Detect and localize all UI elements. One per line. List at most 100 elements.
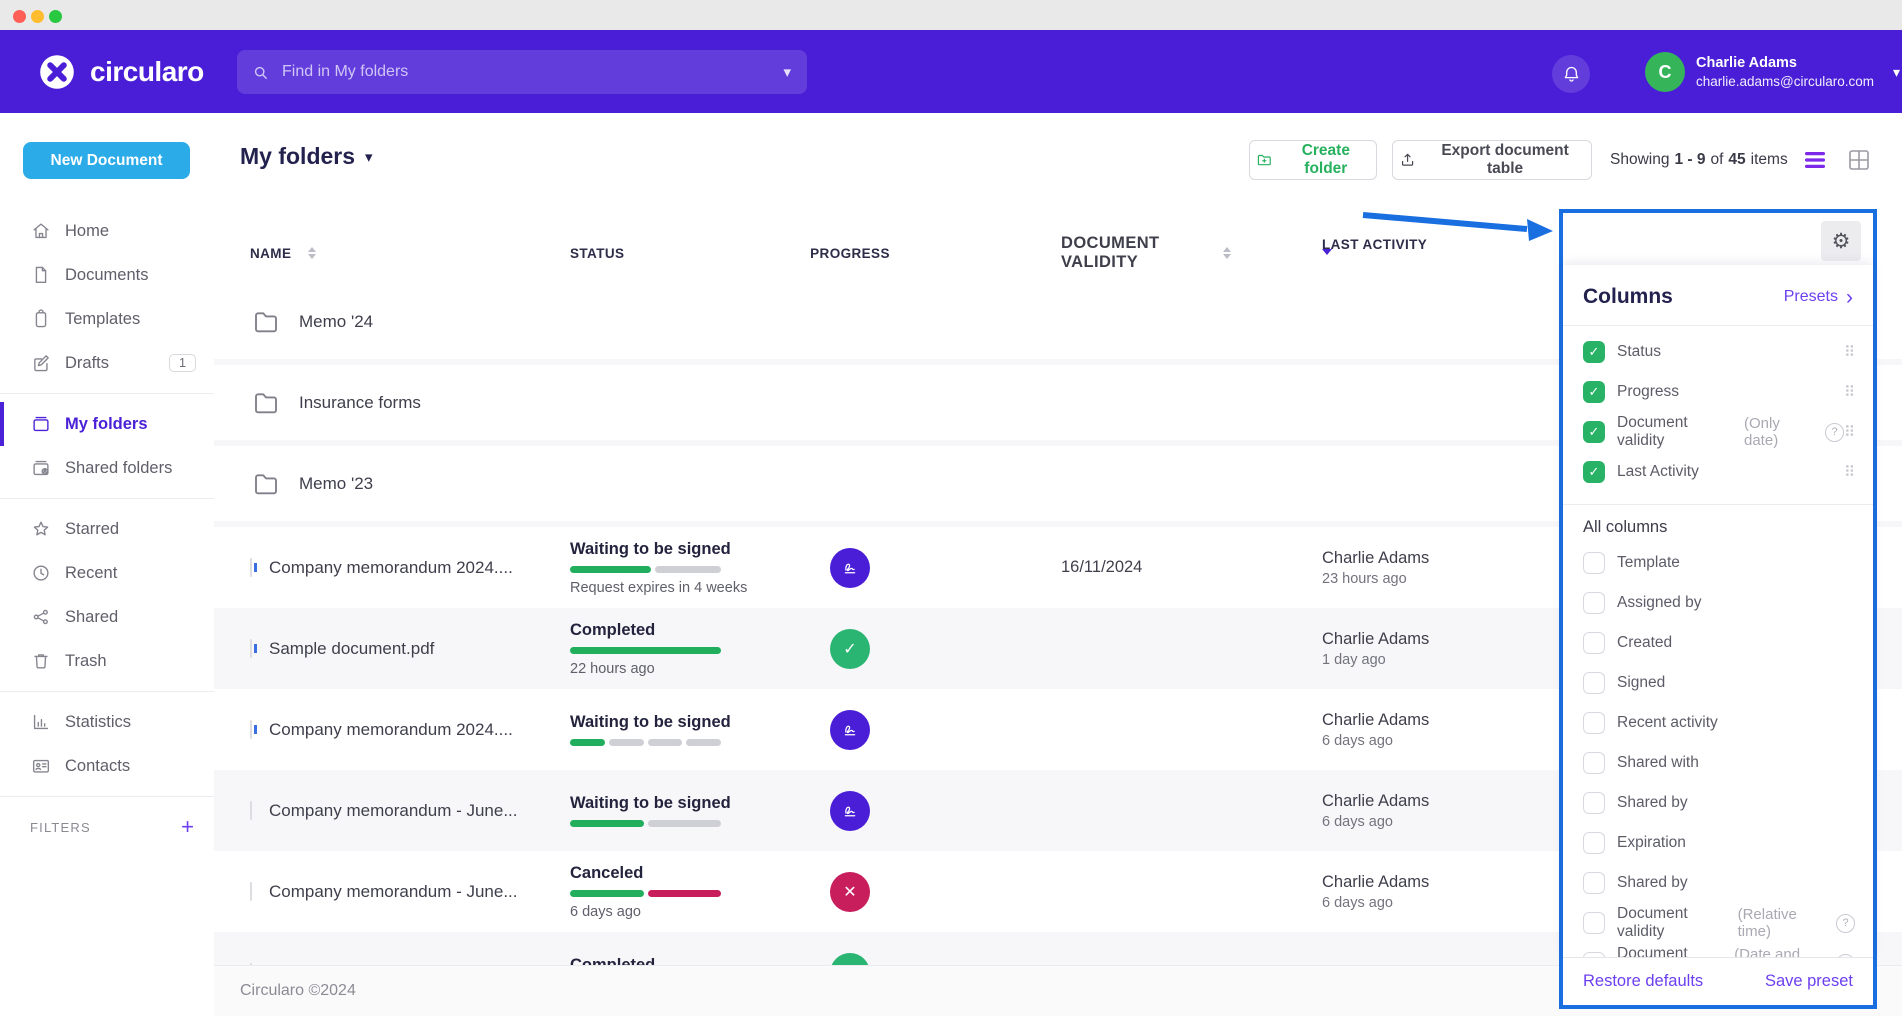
unchecked-checkbox[interactable] — [1583, 832, 1605, 854]
all-columns-list: TemplateAssigned byCreatedSignedRecent a… — [1563, 543, 1873, 957]
sidebar-item-contacts[interactable]: Contacts — [0, 744, 214, 788]
sidebar-item-home[interactable]: Home — [0, 209, 214, 253]
sidebar-item-templates[interactable]: Templates — [0, 297, 214, 341]
sidebar-item-drafts[interactable]: Drafts1 — [0, 341, 214, 385]
column-header-label: STATUS — [570, 246, 624, 261]
checked-checkbox[interactable]: ✓ — [1583, 381, 1605, 403]
sidebar-item-recent[interactable]: Recent — [0, 551, 214, 595]
progress-bar — [570, 566, 721, 573]
sidebar-item-statistics[interactable]: Statistics — [0, 700, 214, 744]
create-folder-label: Create folder — [1282, 142, 1370, 178]
gear-icon: ⚙ — [1832, 229, 1851, 254]
unchecked-checkbox[interactable] — [1583, 672, 1605, 694]
progress-bar — [570, 739, 721, 746]
folder-scope-dropdown[interactable]: My folders ▾ — [240, 143, 373, 170]
create-folder-button[interactable]: Create folder — [1249, 140, 1377, 180]
activity-user: Charlie Adams — [1322, 873, 1429, 892]
drag-handle-icon[interactable]: ⠿ — [1844, 423, 1855, 441]
column-option-shared-by: Shared by — [1563, 863, 1873, 903]
column-header-status: STATUS — [570, 236, 790, 270]
drag-handle-icon[interactable]: ⠿ — [1844, 383, 1855, 401]
sidebar-item-shared-folders[interactable]: Shared folders — [0, 446, 214, 490]
column-option-template: Template — [1563, 543, 1873, 583]
drag-handle-icon[interactable]: ⠿ — [1844, 463, 1855, 481]
sidebar-item-starred[interactable]: Starred — [0, 507, 214, 551]
progress-segment-green — [570, 890, 644, 897]
circularo-logo[interactable]: circularo — [36, 30, 204, 113]
help-icon[interactable]: ? — [1836, 914, 1855, 933]
help-icon[interactable]: ? — [1825, 423, 1844, 442]
restore-defaults-link[interactable]: Restore defaults — [1583, 972, 1703, 991]
column-option-signed: Signed — [1563, 663, 1873, 703]
stats-icon — [30, 711, 52, 733]
column-option-recent-activity: Recent activity — [1563, 703, 1873, 743]
column-header-document-validity[interactable]: DOCUMENT VALIDITY — [1061, 236, 1231, 270]
notifications-button[interactable] — [1552, 55, 1590, 93]
document-icon — [250, 883, 252, 901]
item-name: Memo '24 — [299, 312, 373, 332]
bell-icon — [1561, 64, 1582, 85]
progress-cell — [810, 770, 890, 851]
unchecked-checkbox[interactable] — [1583, 912, 1605, 934]
contacts-icon — [30, 755, 52, 777]
unchecked-checkbox[interactable] — [1583, 592, 1605, 614]
list-view-toggle[interactable] — [1802, 147, 1828, 173]
activity-user: Charlie Adams — [1322, 630, 1429, 649]
progress-segment-gray — [609, 739, 644, 746]
last-activity-cell: Charlie Adams6 days ago — [1322, 689, 1542, 770]
table-settings-strip: ⚙ — [1563, 213, 1873, 265]
sidebar-item-my-folders[interactable]: My folders — [0, 402, 214, 446]
unchecked-checkbox[interactable] — [1583, 712, 1605, 734]
sidebar-nav: HomeDocumentsTemplatesDrafts1My foldersS… — [0, 209, 214, 849]
sort-desc-icon — [1322, 255, 1332, 270]
checked-checkbox[interactable]: ✓ — [1583, 421, 1605, 443]
item-name: Company memorandum 2024.... — [269, 720, 513, 740]
sidebar-item-trash[interactable]: Trash — [0, 639, 214, 683]
export-document-table-button[interactable]: Export document table — [1392, 140, 1592, 180]
document-thumbnail — [250, 801, 252, 820]
presets-link[interactable]: Presets › — [1784, 287, 1853, 308]
activity-user: Charlie Adams — [1322, 711, 1429, 730]
clock-icon — [30, 562, 52, 584]
new-document-button[interactable]: New Document — [23, 142, 190, 179]
checked-checkbox[interactable]: ✓ — [1583, 461, 1605, 483]
save-preset-link[interactable]: Save preset — [1765, 972, 1853, 991]
sidebar-item-shared[interactable]: Shared — [0, 595, 214, 639]
sidebar-divider — [0, 393, 214, 394]
circularo-logo-icon — [36, 51, 78, 93]
unchecked-checkbox[interactable] — [1583, 552, 1605, 574]
name-cell: Memo '24 — [250, 284, 550, 359]
search-scope-chevron-down-icon[interactable]: ▾ — [781, 59, 793, 85]
unchecked-checkbox[interactable] — [1583, 632, 1605, 654]
unchecked-checkbox[interactable] — [1583, 792, 1605, 814]
progress-bar — [570, 890, 721, 897]
file-icon — [30, 264, 52, 286]
window-close-button[interactable] — [13, 10, 26, 23]
column-settings-button[interactable]: ⚙ — [1821, 221, 1861, 261]
add-filter-button[interactable]: + — [181, 816, 194, 838]
document-icon — [250, 640, 252, 658]
window-minimize-button[interactable] — [31, 10, 44, 23]
sidebar-item-label: Trash — [65, 652, 107, 671]
sidebar-item-label: Starred — [65, 520, 119, 539]
sidebar-item-documents[interactable]: Documents — [0, 253, 214, 297]
user-menu[interactable]: C Charlie Adams charlie.adams@circularo.… — [1645, 52, 1900, 92]
drag-handle-icon[interactable]: ⠿ — [1844, 343, 1855, 361]
column-header-name[interactable]: NAME — [250, 236, 550, 270]
search-input[interactable] — [280, 62, 781, 82]
status-cell: Waiting to be signedRequest expires in 4… — [570, 527, 790, 608]
unchecked-checkbox[interactable] — [1583, 872, 1605, 894]
filters-section: FILTERS+ — [0, 805, 214, 849]
grid-view-toggle[interactable] — [1846, 147, 1872, 173]
column-option-suffix: (Only date) — [1744, 415, 1818, 449]
document-thumbnail — [250, 639, 252, 658]
column-header-last-activity[interactable]: LAST ACTIVITY — [1322, 236, 1542, 270]
item-name: Company memorandum 2024.... — [269, 558, 513, 578]
global-search[interactable]: ▾ — [237, 50, 807, 94]
star-icon — [30, 518, 52, 540]
unchecked-checkbox[interactable] — [1583, 752, 1605, 774]
toolbar: My folders ▾ Create folder Export docume… — [214, 113, 1902, 205]
window-zoom-button[interactable] — [49, 10, 62, 23]
progress-segment-gray — [648, 739, 683, 746]
checked-checkbox[interactable]: ✓ — [1583, 341, 1605, 363]
